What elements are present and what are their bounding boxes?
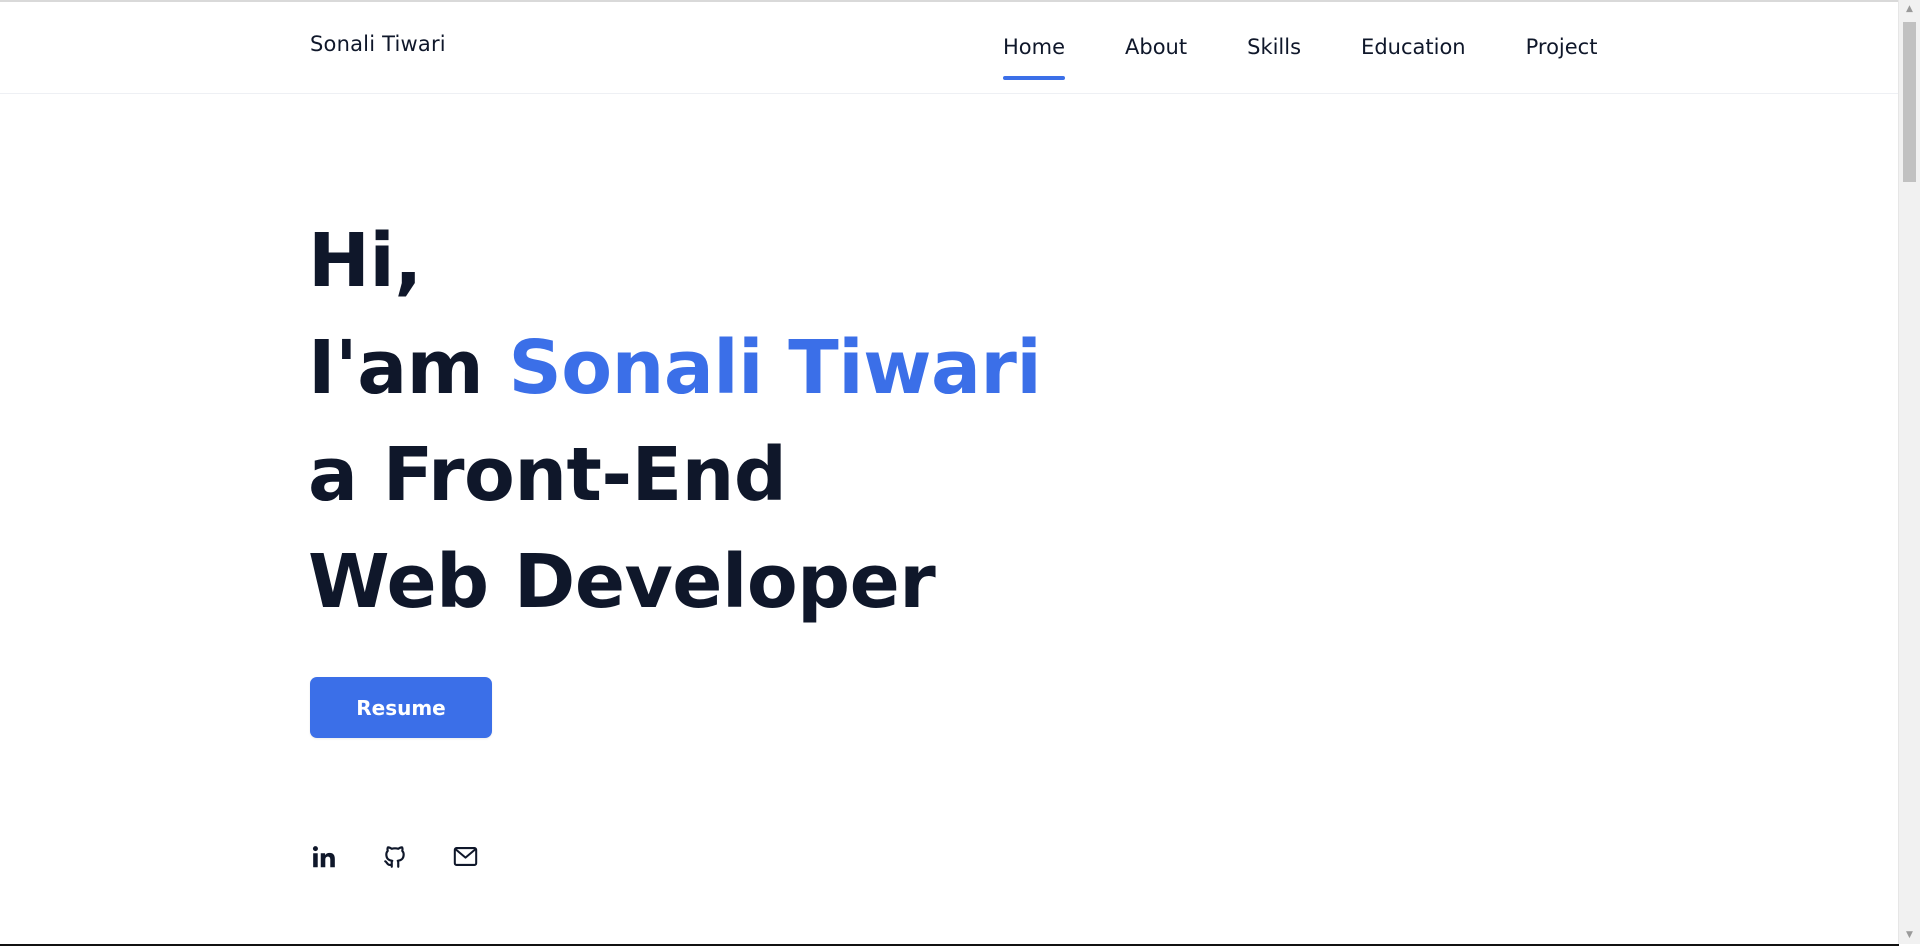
linkedin-icon[interactable]: [310, 843, 337, 870]
site-header: Sonali Tiwari Home About Skills Educatio…: [0, 2, 1899, 94]
github-icon[interactable]: [381, 843, 408, 870]
hero-role-line-2: Web Developer: [308, 539, 936, 625]
nav-item-project[interactable]: Project: [1526, 32, 1598, 62]
nav-item-about[interactable]: About: [1125, 32, 1187, 62]
scroll-thumb[interactable]: [1903, 22, 1916, 182]
linkedin-icon-glyph: [312, 845, 335, 867]
page: Sonali Tiwari Home About Skills Educatio…: [0, 2, 1899, 944]
hero-intro-prefix: I'am: [308, 325, 509, 411]
nav-item-home[interactable]: Home: [1003, 32, 1066, 80]
nav-item-education[interactable]: Education: [1361, 32, 1466, 62]
github-icon-glyph: [383, 845, 405, 868]
hero-name: Sonali Tiwari: [508, 325, 1042, 411]
mail-icon-glyph: [453, 847, 478, 866]
hero-section: Hi, I'am Sonali Tiwari a Front-End Web D…: [308, 208, 1042, 636]
vertical-scrollbar[interactable]: ▲ ▼: [1898, 0, 1920, 944]
nav-item-skills[interactable]: Skills: [1247, 32, 1301, 62]
hero-intro: I'am Sonali Tiwari: [308, 315, 1042, 422]
scroll-down-arrow-icon[interactable]: ▼: [1899, 926, 1920, 944]
brand-name[interactable]: Sonali Tiwari: [310, 32, 446, 56]
mail-icon[interactable]: [452, 843, 479, 870]
hero-greeting: Hi,: [308, 218, 422, 304]
main-nav: Home About Skills Education Project: [1003, 32, 1598, 80]
scroll-up-arrow-icon[interactable]: ▲: [1899, 0, 1920, 18]
hero-role-line-1: a Front-End: [308, 432, 787, 518]
resume-button[interactable]: Resume: [310, 677, 492, 738]
social-links: [310, 843, 479, 870]
